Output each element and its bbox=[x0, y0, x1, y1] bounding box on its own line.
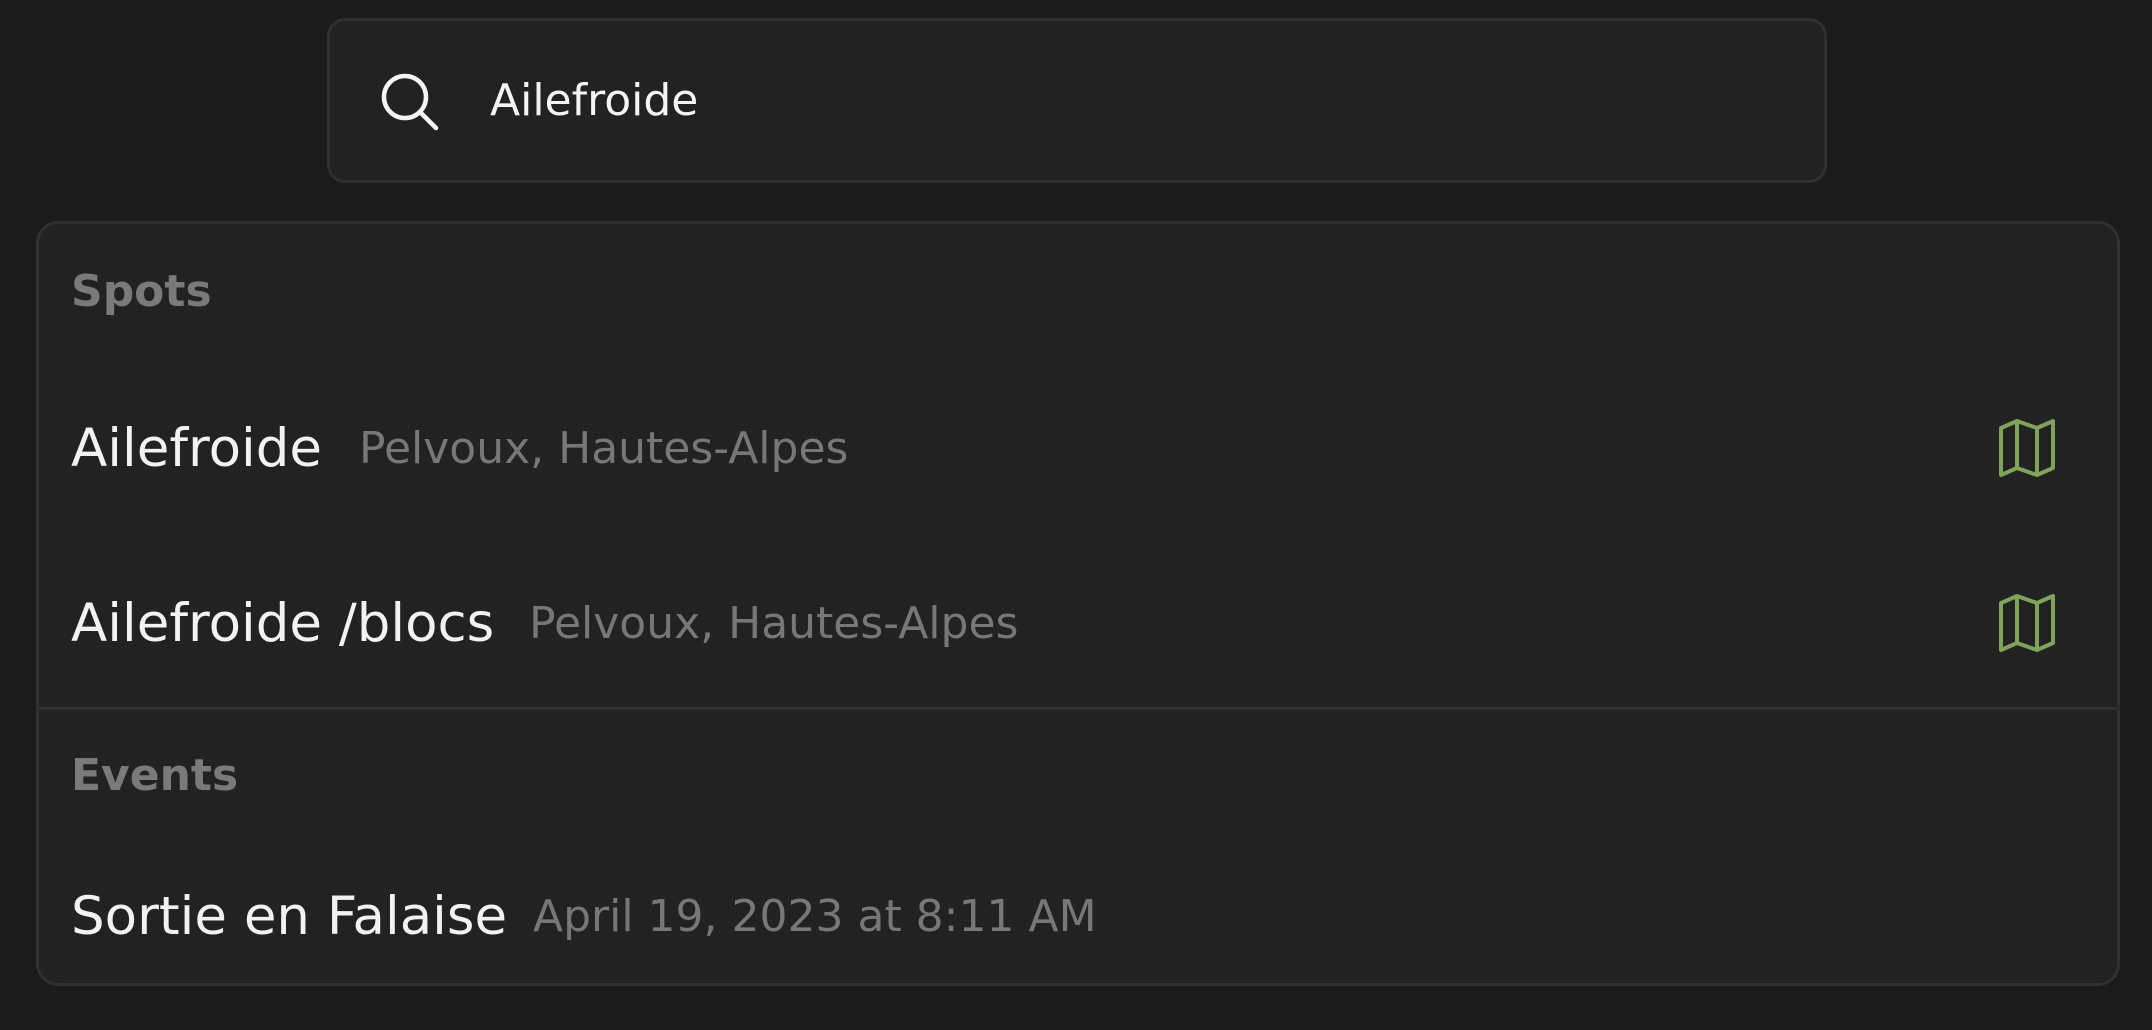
spot-result-ailefroide-blocs[interactable]: Ailefroide /blocs Pelvoux, Hautes-Alpes bbox=[39, 563, 2117, 683]
map-icon[interactable] bbox=[1995, 416, 2059, 480]
search-input[interactable] bbox=[490, 21, 1770, 180]
result-title: Ailefroide bbox=[71, 417, 322, 479]
spot-result-ailefroide[interactable]: Ailefroide Pelvoux, Hautes-Alpes bbox=[39, 388, 2117, 508]
map-icon[interactable] bbox=[1995, 591, 2059, 655]
section-header-events: Events bbox=[71, 750, 239, 801]
result-title: Ailefroide /blocs bbox=[71, 592, 495, 654]
result-subtitle: Pelvoux, Hautes-Alpes bbox=[359, 422, 849, 474]
event-result-sortie-en-falaise[interactable]: Sortie en Falaise April 19, 2023 at 8:11… bbox=[39, 856, 2117, 976]
search-bar[interactable] bbox=[327, 18, 1827, 183]
section-divider bbox=[39, 707, 2117, 710]
results-panel: Spots Ailefroide Pelvoux, Hautes-Alpes A… bbox=[36, 221, 2120, 986]
section-header-spots: Spots bbox=[71, 266, 212, 317]
search-icon bbox=[381, 73, 439, 130]
result-subtitle: April 19, 2023 at 8:11 AM bbox=[533, 890, 1097, 942]
result-subtitle: Pelvoux, Hautes-Alpes bbox=[529, 597, 1019, 649]
result-title: Sortie en Falaise bbox=[71, 885, 508, 947]
